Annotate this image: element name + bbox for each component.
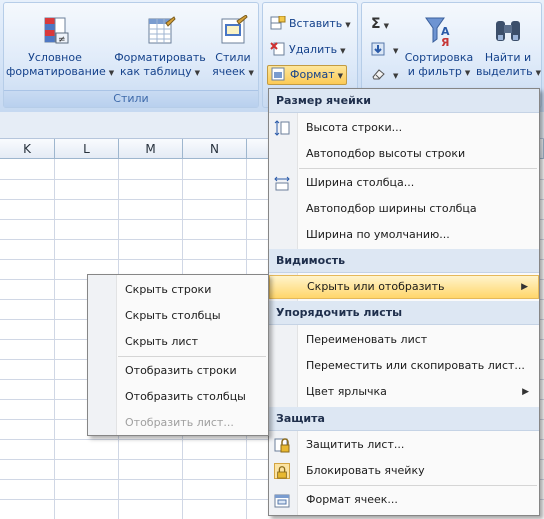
column-width-icon [274,175,290,191]
format-as-table-icon [144,15,176,47]
tab-color-label: Цвет ярлычка [306,385,387,398]
column-header-m[interactable]: M [119,139,183,159]
protect-sheet-icon [274,437,290,453]
submenu-item-show-columns[interactable]: Отобразить столбцы [88,384,268,410]
menu-item-move-copy-sheet[interactable]: Переместить или скопировать лист... [269,354,539,378]
fill-down-icon [371,42,387,56]
submenu-arrow-icon: ▶ [521,282,528,292]
menu-item-format-cells[interactable]: Формат ячеек... [269,488,539,512]
hide-unhide-label: Скрыть или отобразить [307,280,445,293]
move-copy-sheet-label: Переместить или скопировать лист... [306,359,525,372]
autofit-column-label: Автоподбор ширины столбца [306,202,477,215]
delete-cells-icon [270,42,286,56]
sort-filter-button[interactable]: А Я Сортировка и фильтр ▼ [404,9,474,80]
lock-icon [274,463,290,479]
default-width-label: Ширина по умолчанию... [306,228,450,241]
clear-button[interactable]: ▼ [368,65,401,85]
rename-sheet-label: Переименовать лист [306,333,428,346]
dropdown-arrow-icon: ▼ [383,22,389,30]
styles-group-label: Стили [4,90,258,107]
format-as-table-label-1: Форматировать [114,51,206,64]
styles-group: ≠ Условное форматирование ▼ Форматироват… [3,2,259,108]
menu-header-organize-sheets: Упорядочить листы [269,301,539,325]
menu-item-protect-sheet[interactable]: Защитить лист... [269,433,539,457]
menu-separator [299,485,537,486]
menu-separator [299,168,537,169]
cell-styles-label-2: ячеек [212,65,246,78]
submenu-item-hide-sheet[interactable]: Скрыть лист [88,329,268,355]
conditional-formatting-label-1: Условное [28,51,82,64]
protect-sheet-label: Защитить лист... [306,438,405,451]
column-header-n[interactable]: N [183,139,247,159]
svg-text:Я: Я [441,36,449,47]
menu-item-tab-color[interactable]: Цвет ярлычка ▶ [269,380,539,404]
menu-item-hide-unhide[interactable]: Скрыть или отобразить ▶ [269,275,539,299]
conditional-formatting-icon: ≠ [39,15,71,47]
submenu-item-show-rows[interactable]: Отобразить строки [88,358,268,384]
format-cells-dialog-icon [274,492,290,508]
dropdown-arrow-icon: ▼ [248,69,254,77]
dropdown-arrow-icon: ▼ [194,69,201,77]
dropdown-arrow-icon: ▼ [393,47,399,55]
submenu-item-hide-rows[interactable]: Скрыть строки [88,277,268,303]
insert-button[interactable]: Вставить ▼ [267,14,354,34]
submenu-item-hide-columns[interactable]: Скрыть столбцы [88,303,268,329]
cell-styles-icon [217,14,249,47]
format-cells-label: Формат ячеек... [306,493,398,506]
find-select-label-2: выделить [476,65,533,78]
menu-item-row-height[interactable]: Высота строки... [269,116,539,140]
binoculars-icon [492,15,524,47]
menu-header-visibility: Видимость [269,249,539,273]
menu-item-default-width[interactable]: Ширина по умолчанию... [269,223,539,247]
dropdown-arrow-icon: ▼ [464,69,471,77]
dropdown-arrow-icon: ▼ [337,72,344,80]
sort-filter-label-2: и фильтр [407,65,462,78]
find-select-button[interactable]: Найти и выделить ▼ [476,9,542,80]
fill-button[interactable]: ▼ [368,40,401,60]
sigma-icon: Σ [371,16,381,32]
menu-item-autofit-row[interactable]: Автоподбор высоты строки [269,142,539,166]
dropdown-arrow-icon: ▼ [340,47,346,55]
menu-header-protection: Защита [269,407,539,431]
delete-label: Удалить [289,43,338,56]
cell-styles-button[interactable]: Стили ячеек ▼ [208,9,258,80]
row-height-icon [274,120,290,136]
row-height-label: Высота строки... [306,121,403,134]
submenu-arrow-icon: ▶ [522,387,529,397]
conditional-formatting-button[interactable]: ≠ Условное форматирование ▼ [6,9,114,80]
format-as-table-button[interactable]: Форматировать как таблицу ▼ [112,9,208,80]
delete-button[interactable]: Удалить ▼ [267,40,349,60]
menu-item-rename-sheet[interactable]: Переименовать лист [269,328,539,352]
submenu-item-show-sheet: Отобразить лист... [125,416,234,429]
find-select-label-1: Найти и [484,51,532,64]
submenu-separator [118,356,266,357]
sort-filter-icon: А Я [423,15,455,49]
column-width-label: Ширина столбца... [306,176,415,189]
conditional-formatting-label-2: форматирование [6,65,106,78]
dropdown-arrow-icon: ▼ [393,72,399,80]
sort-filter-label-1: Сортировка [404,51,474,64]
menu-item-autofit-column[interactable]: Автоподбор ширины столбца [269,197,539,221]
menu-header-cell-size: Размер ячейки [269,89,539,113]
cell-styles-label-1: Стили [215,51,251,64]
menu-item-lock-cell[interactable]: Блокировать ячейку [269,459,539,483]
hide-unhide-submenu: Скрыть строки Скрыть столбцы Скрыть лист… [87,274,269,436]
menu-item-column-width[interactable]: Ширина столбца... [269,171,539,195]
autosum-button[interactable]: Σ ▼ [368,14,392,34]
eraser-icon [371,67,387,81]
svg-text:≠: ≠ [58,35,66,45]
column-header-k[interactable]: K [0,139,55,159]
format-as-table-label-2: как таблицу [119,65,192,78]
column-header-l[interactable]: L [55,139,119,159]
format-dropdown-menu: Размер ячейки Высота строки... Автоподбо… [268,88,540,516]
lock-cell-label: Блокировать ячейку [306,464,425,477]
insert-cells-icon [270,15,286,30]
format-cells-icon [271,67,287,81]
dropdown-arrow-icon: ▼ [535,69,542,77]
dropdown-arrow-icon: ▼ [345,21,351,29]
autofit-row-label: Автоподбор высоты строки [306,147,466,160]
insert-label: Вставить [289,17,343,30]
format-button[interactable]: Формат ▼ [267,65,348,85]
format-label: Формат [290,68,335,81]
